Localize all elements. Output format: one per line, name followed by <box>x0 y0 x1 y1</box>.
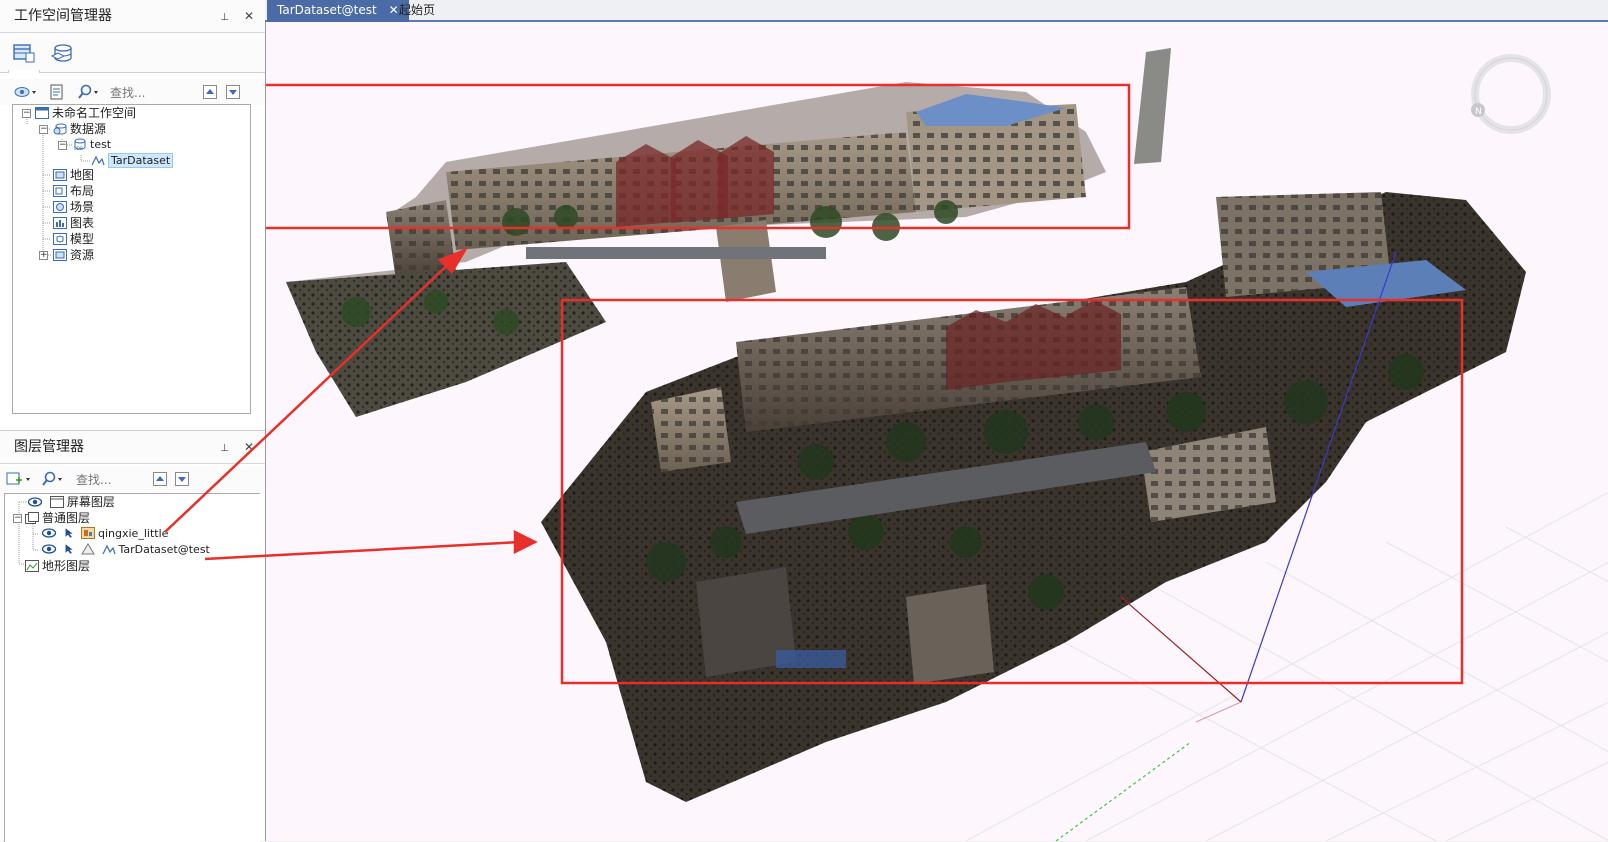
eye-icon[interactable] <box>41 527 57 539</box>
screen-layer-icon <box>49 496 64 508</box>
tardataset-point-cloud[interactable] <box>541 192 1526 802</box>
view-options-icon[interactable] <box>14 84 38 100</box>
workspace-tabbar <box>0 33 265 73</box>
workspace-search-input[interactable] <box>110 84 190 101</box>
search-icon[interactable] <box>42 471 66 487</box>
tree-item-models[interactable]: 模型 <box>53 231 94 247</box>
pin-icon[interactable]: ⊥ <box>217 1 233 34</box>
layer-item-tardataset[interactable]: TarDataset@test <box>41 542 210 558</box>
style-icon <box>81 543 95 555</box>
tree-item-maps[interactable]: 地图 <box>53 167 94 183</box>
move-up-icon[interactable] <box>153 471 167 487</box>
layout-icon <box>53 185 67 197</box>
layer-panel-header: 图层管理器 ⊥ ✕ <box>0 431 265 464</box>
move-down-icon[interactable] <box>175 471 189 487</box>
workspace-tab-icon[interactable] <box>12 42 36 64</box>
terrain-layer-icon <box>25 560 39 572</box>
model-icon <box>53 233 67 245</box>
layer-search-input[interactable] <box>76 471 148 488</box>
chart-icon <box>53 217 67 229</box>
tree-item-workspace[interactable]: 未命名工作空间 <box>35 105 136 121</box>
collapse-datasources-toggle[interactable]: − <box>39 125 48 134</box>
move-down-icon[interactable] <box>226 84 240 100</box>
tree-guide-lines <box>26 117 91 256</box>
collapse-root-toggle[interactable]: − <box>22 109 31 118</box>
collapse-test-toggle[interactable]: − <box>58 141 67 150</box>
layer-item-normal[interactable]: 普通图层 <box>25 510 90 526</box>
tree-item-charts[interactable]: 图表 <box>53 215 94 231</box>
layer-item-qingxie-little[interactable]: qingxie_little <box>41 526 168 542</box>
tree-item-test-datasource[interactable]: UDB test <box>73 137 111 153</box>
scene-viewport[interactable]: N <box>265 22 1608 841</box>
datasource-tab-icon[interactable] <box>50 42 74 64</box>
layer-manager-panel: 图层管理器 ⊥ ✕ 查找... 屏幕图层 − 普通图层 qingxie_litt… <box>0 430 265 842</box>
collapse-normal-layers-toggle[interactable]: − <box>13 514 22 523</box>
svg-text:UDB: UDB <box>74 146 83 150</box>
layer-panel-title: 图层管理器 <box>14 439 84 455</box>
document-area: TarDataset@test ✕ 起始页 N <box>265 0 1608 841</box>
tab-tardataset-scene[interactable]: TarDataset@test ✕ <box>267 0 409 22</box>
workspace-toolbar <box>0 79 265 105</box>
layer-tree: 屏幕图层 − 普通图层 qingxie_little TarDataset@te… <box>4 493 260 842</box>
scene-canvas[interactable]: N <box>266 22 1608 841</box>
close-icon[interactable]: ✕ <box>241 0 257 33</box>
tree-item-layouts[interactable]: 布局 <box>53 183 94 199</box>
left-dock: 工作空间管理器 ⊥ ✕ 查找... − 未命名工作空间 − 数据源 − UDB … <box>0 0 265 842</box>
workspace-tree: − 未命名工作空间 − 数据源 − UDB test TarDataset 地图 … <box>12 104 251 414</box>
move-up-icon[interactable] <box>203 84 217 100</box>
tree-item-datasources[interactable]: 数据源 <box>53 121 106 137</box>
tree-item-scenes[interactable]: 场景 <box>53 199 94 215</box>
workspace-icon <box>35 107 49 119</box>
eye-icon[interactable] <box>41 543 57 555</box>
selectable-cursor-icon[interactable] <box>64 543 75 555</box>
normal-layer-icon <box>25 512 39 524</box>
compass-north-label: N <box>1475 107 1482 117</box>
udb-datasource-icon: UDB <box>74 138 86 150</box>
eye-icon[interactable] <box>27 496 43 508</box>
tree-item-resources[interactable]: 资源 <box>53 247 94 263</box>
oblique-model-icon <box>81 527 95 539</box>
workspace-manager-panel: 工作空间管理器 ⊥ ✕ 查找... − 未命名工作空间 − 数据源 − UDB … <box>0 0 265 425</box>
add-layer-icon[interactable] <box>6 471 34 487</box>
search-icon[interactable] <box>78 84 102 100</box>
tree-item-tardataset[interactable]: TarDataset <box>91 153 174 169</box>
close-icon[interactable]: ✕ <box>241 431 257 464</box>
document-tabbar: TarDataset@test ✕ 起始页 <box>265 0 1608 22</box>
expand-resources-toggle[interactable]: + <box>39 251 48 260</box>
layer-item-screen[interactable]: 屏幕图层 <box>27 494 115 510</box>
scene-icon <box>53 201 67 213</box>
workspace-panel-title: 工作空间管理器 <box>14 8 112 24</box>
selectable-cursor-icon[interactable] <box>64 527 75 539</box>
resource-icon <box>53 249 67 261</box>
dataset-point-cloud-icon <box>101 544 116 555</box>
dataset-point-cloud-icon <box>91 155 105 166</box>
map-icon <box>53 169 67 181</box>
open-file-icon[interactable] <box>50 84 64 100</box>
datasource-icon <box>53 123 67 135</box>
workspace-panel-header: 工作空间管理器 ⊥ ✕ <box>0 0 265 33</box>
layer-toolbar <box>0 466 265 492</box>
tab-start-page[interactable]: 起始页 <box>389 0 445 22</box>
pin-icon[interactable]: ⊥ <box>217 432 233 465</box>
compass-widget[interactable]: N <box>1471 54 1551 134</box>
layer-item-terrain[interactable]: 地形图层 <box>25 558 90 574</box>
